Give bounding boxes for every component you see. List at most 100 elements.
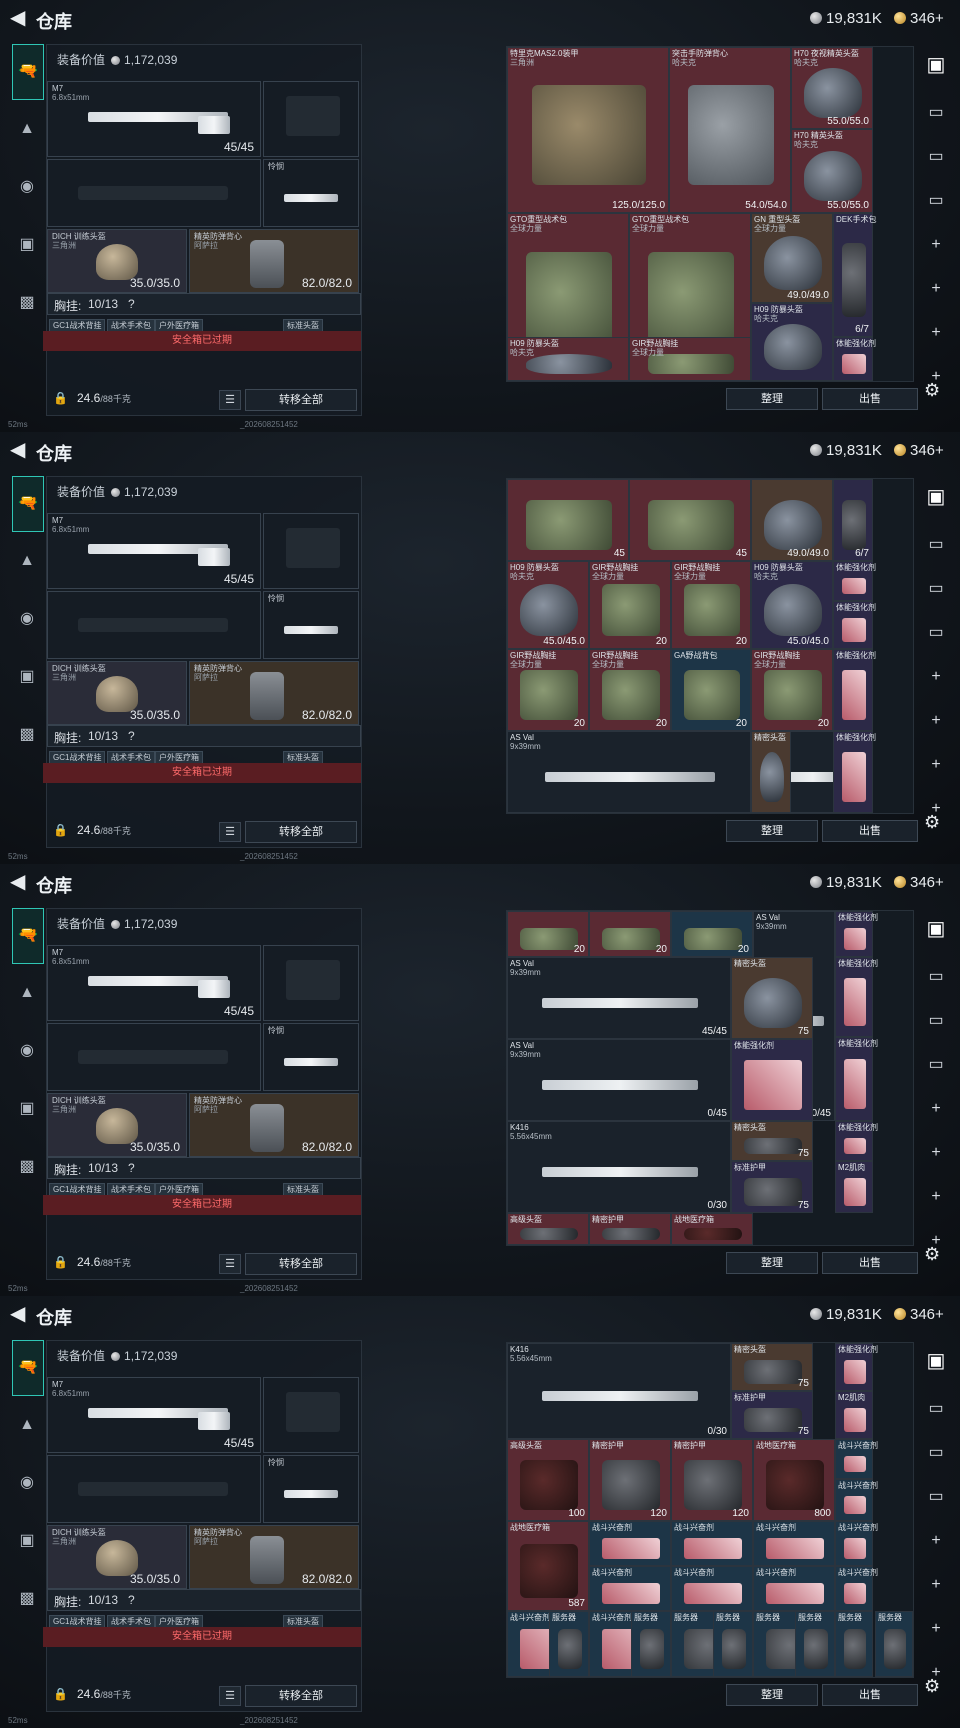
secondary-weapon-slot[interactable]	[47, 1455, 261, 1523]
silver-currency[interactable]: 19,831K	[810, 874, 882, 891]
stash-item[interactable]: 服务器	[549, 1611, 589, 1677]
stash-item[interactable]: 49.0/49.0	[751, 479, 833, 561]
gold-currency[interactable]: 346+	[894, 442, 944, 459]
tab-add-icon[interactable]: +	[918, 1614, 954, 1644]
stash-item[interactable]: 体能强化剂	[833, 561, 876, 601]
nav-helmet-icon[interactable]: ◉	[12, 1036, 42, 1066]
stash-item[interactable]: 精密护甲	[589, 1213, 671, 1245]
stash-item[interactable]: 精密头盔 75	[731, 1121, 813, 1161]
safe-box-expired-banner[interactable]: 安全箱已过期	[43, 763, 361, 783]
nav-briefcase-icon[interactable]: ▩	[12, 1584, 42, 1614]
nav-armor-icon[interactable]: ▲	[12, 978, 42, 1008]
tab-stash-icon[interactable]: ▣	[918, 914, 954, 944]
stash-item[interactable]: 高级头盔 100	[507, 1439, 589, 1521]
stash-item[interactable]: 体能强化剂	[833, 731, 876, 813]
info-icon[interactable]: ?	[128, 1593, 135, 1607]
info-icon[interactable]: ?	[128, 729, 135, 743]
stash-item[interactable]: 体能强化剂	[835, 911, 878, 957]
stash-item[interactable]: GIR野战胸挂 全球力量 20	[589, 561, 671, 649]
transfer-all-button[interactable]: 转移全部	[245, 389, 357, 411]
tab-add-icon[interactable]: +	[918, 318, 954, 348]
stash-item[interactable]: 精密护甲 120	[589, 1439, 671, 1521]
list-view-button[interactable]: ☰	[219, 390, 241, 410]
tab-stash-icon[interactable]: ▣	[918, 1346, 954, 1376]
nav-briefcase-icon[interactable]: ▩	[12, 1152, 42, 1182]
stash-item[interactable]: 服务器	[713, 1611, 753, 1677]
stash-item[interactable]: H09 防暴头盔 哈夫克	[751, 303, 833, 381]
stash-item[interactable]: 20	[671, 911, 753, 957]
nav-armor-icon[interactable]: ▲	[12, 114, 42, 144]
stash-item[interactable]: 战斗兴奋剂	[671, 1521, 753, 1566]
helmet-slot[interactable]: DICH 训练头盔 三角洲 35.0/35.0	[47, 661, 187, 725]
tab-add-icon[interactable]: +	[918, 1182, 954, 1212]
silver-currency[interactable]: 19,831K	[810, 442, 882, 459]
nav-backpack-icon[interactable]: ▣	[12, 1094, 42, 1124]
tab-tab-icon[interactable]: ▭	[918, 1438, 954, 1468]
silver-currency[interactable]: 19,831K	[810, 10, 882, 27]
tab-add-icon[interactable]: +	[918, 662, 954, 692]
melee-slot[interactable]: 怜悯	[263, 1455, 359, 1523]
stash-item[interactable]: 战斗兴奋剂	[835, 1521, 878, 1566]
stash-item[interactable]: 战地医疗箱 587	[507, 1521, 589, 1611]
back-arrow-icon[interactable]: ◀	[10, 8, 26, 28]
tab-add-icon[interactable]: +	[918, 1526, 954, 1556]
nav-briefcase-icon[interactable]: ▩	[12, 288, 42, 318]
armor-slot[interactable]: 精英防弹背心 阿萨拉 82.0/82.0	[189, 661, 359, 725]
primary-weapon-slot[interactable]: M7 6.8x51mm 45/45	[47, 513, 261, 589]
silver-currency[interactable]: 19,831K	[810, 1306, 882, 1323]
stash-item[interactable]: 服务器	[631, 1611, 671, 1677]
transfer-all-button[interactable]: 转移全部	[245, 821, 357, 843]
stash-item[interactable]: 战斗兴奋剂	[589, 1521, 671, 1566]
tab-add-icon[interactable]: +	[918, 274, 954, 304]
melee-slot[interactable]: 怜悯	[263, 1023, 359, 1091]
stash-item[interactable]: 突击手防弹背心 哈夫克 54.0/54.0	[669, 47, 791, 213]
stash-item[interactable]: 服务器	[835, 1611, 873, 1677]
nav-briefcase-icon[interactable]: ▩	[12, 720, 42, 750]
stash-item[interactable]: 标准护甲 75	[731, 1391, 813, 1439]
tab-add-icon[interactable]: +	[918, 1570, 954, 1600]
sort-button[interactable]: 整理	[726, 1252, 818, 1274]
tab-tab-icon[interactable]: ▭	[918, 98, 954, 128]
armor-slot[interactable]: 精英防弹背心 阿萨拉 82.0/82.0	[189, 1525, 359, 1589]
stash-item[interactable]: M2肌肉	[835, 1391, 873, 1439]
sort-button[interactable]: 整理	[726, 388, 818, 410]
chest-rig-bar[interactable]: 胸挂: 10/13?	[47, 725, 361, 747]
primary-weapon-slot[interactable]: M7 6.8x51mm 45/45	[47, 945, 261, 1021]
stash-item[interactable]: K416 5.56x45mm 0/30	[507, 1121, 731, 1213]
stash-item[interactable]: 体能强化剂	[833, 601, 876, 649]
stash-item[interactable]: 45	[507, 479, 629, 561]
stash-item[interactable]: 服务器	[875, 1611, 913, 1677]
nav-helmet-icon[interactable]: ◉	[12, 1468, 42, 1498]
helmet-slot[interactable]: DICH 训练头盔 三角洲 35.0/35.0	[47, 229, 187, 293]
stash-item[interactable]: H70 夜视精英头盔 哈夫克 55.0/55.0	[791, 47, 873, 129]
stash-item[interactable]: 45	[629, 479, 751, 561]
back-arrow-icon[interactable]: ◀	[10, 440, 26, 460]
stash-item[interactable]: AS Val 9x39mm 45/45	[507, 957, 731, 1039]
stash-item[interactable]: 服务器	[795, 1611, 835, 1677]
stash-item[interactable]: GA野战背包 20	[671, 649, 751, 731]
tab-tab-icon[interactable]: ▭	[918, 1482, 954, 1512]
stash-item[interactable]: 特里克MAS2.0装甲 三角洲 125.0/125.0	[507, 47, 669, 213]
tab-add-icon[interactable]: +	[918, 1094, 954, 1124]
stash-item[interactable]: 20	[507, 911, 589, 957]
safe-box-expired-banner[interactable]: 安全箱已过期	[43, 1195, 361, 1215]
stash-item[interactable]: 战斗兴奋剂	[753, 1566, 835, 1611]
lock-icon[interactable]: 🔒	[53, 823, 68, 837]
stash-item[interactable]: H09 防暴头盔 哈夫克 45.0/45.0	[507, 561, 589, 649]
stash-item[interactable]: H09 防暴头盔 哈夫克 45.0/45.0	[751, 561, 833, 649]
sell-button[interactable]: 出售	[822, 388, 918, 410]
tab-add-icon[interactable]: +	[918, 706, 954, 736]
gold-currency[interactable]: 346+	[894, 1306, 944, 1323]
tab-tab-icon[interactable]: ▭	[918, 142, 954, 172]
sell-button[interactable]: 出售	[822, 1252, 918, 1274]
safe-box-expired-banner[interactable]: 安全箱已过期	[43, 1627, 361, 1647]
tab-stash-icon[interactable]: ▣	[918, 482, 954, 512]
list-view-button[interactable]: ☰	[219, 1254, 241, 1274]
nav-pistol-icon[interactable]: 🔫	[12, 1340, 44, 1396]
nav-armor-icon[interactable]: ▲	[12, 1410, 42, 1440]
nav-backpack-icon[interactable]: ▣	[12, 662, 42, 692]
stash-item[interactable]: GIR野战胸挂全球力量	[629, 337, 751, 381]
tab-tab-icon[interactable]: ▭	[918, 1006, 954, 1036]
settings-gear-icon[interactable]: ⚙	[924, 380, 940, 401]
stash-item[interactable]: GIR野战胸挂 全球力量 20	[671, 561, 751, 649]
